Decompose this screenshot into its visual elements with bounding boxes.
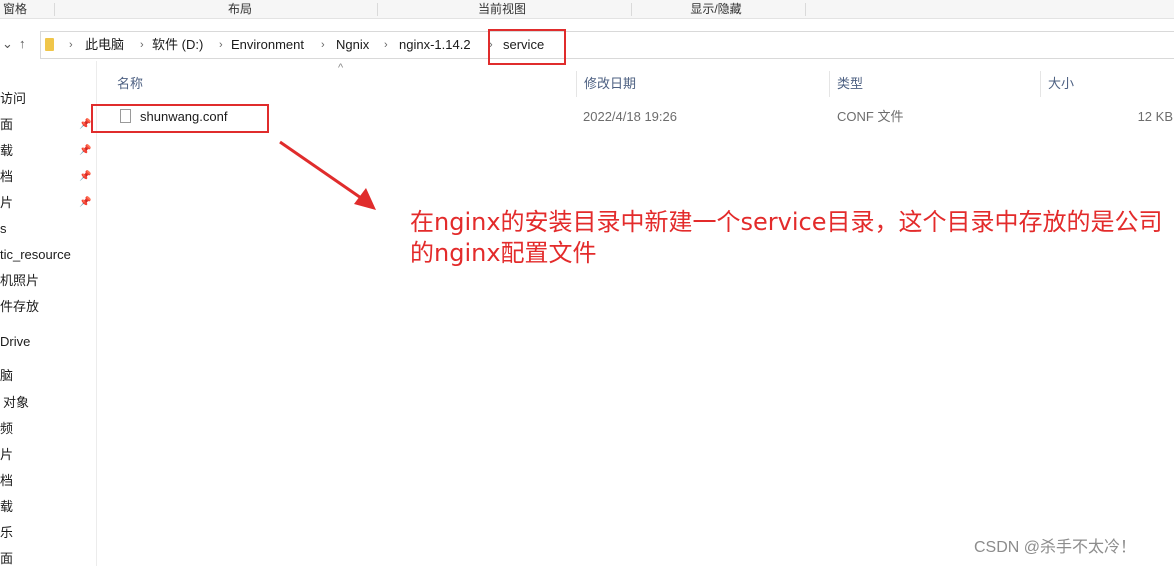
nav-item-camera-roll[interactable]: 机照片: [0, 273, 39, 289]
column-divider[interactable]: [576, 71, 577, 97]
column-divider[interactable]: [829, 71, 830, 97]
breadcrumb-this-pc[interactable]: 此电脑: [85, 37, 124, 53]
ribbon-group-layout[interactable]: 布局: [210, 1, 270, 17]
chevron-right-icon[interactable]: ›: [140, 38, 144, 52]
nav-item-desktop-2[interactable]: 面: [0, 551, 13, 567]
nav-item-static-resource[interactable]: tic_resource: [0, 247, 71, 263]
annotation-text: 在nginx的安装目录中新建一个service目录，这个目录中存放的是公司的ng…: [410, 208, 1163, 267]
ribbon-group-current-view[interactable]: 当前视图: [460, 1, 544, 17]
folder-icon: [45, 38, 54, 51]
chevron-right-icon[interactable]: ›: [321, 38, 325, 52]
nav-item-documents[interactable]: 档: [0, 169, 13, 185]
ribbon-divider: [631, 3, 632, 16]
ribbon-divider: [377, 3, 378, 16]
highlight-box-file: [91, 104, 269, 133]
highlight-box-service: [488, 29, 566, 65]
nav-item-s[interactable]: s: [0, 221, 7, 237]
nav-item-desktop[interactable]: 面: [0, 117, 13, 133]
pin-icon: 📌: [79, 171, 92, 182]
ribbon-group-show-hide[interactable]: 显示/隐藏: [676, 1, 756, 17]
ribbon-divider: [805, 3, 806, 16]
breadcrumb-drive-d[interactable]: 软件 (D:): [152, 37, 203, 53]
address-row: ⌄ ↑ › 此电脑 › 软件 (D:) › Environment › Ngni…: [0, 27, 1174, 65]
nav-item-videos[interactable]: 频: [0, 421, 13, 437]
pin-icon: 📌: [79, 145, 92, 156]
chevron-right-icon[interactable]: ›: [219, 38, 223, 52]
nav-item-pictures-2[interactable]: 片: [0, 447, 13, 463]
pin-icon: 📌: [79, 197, 92, 208]
column-header-type[interactable]: 类型: [837, 76, 863, 92]
nav-item-3d-objects[interactable]: 对象: [3, 395, 29, 411]
column-header-modified[interactable]: 修改日期: [584, 76, 636, 92]
watermark: CSDN @杀手不太冷！: [974, 539, 1137, 556]
address-bar[interactable]: › 此电脑 › 软件 (D:) › Environment › Ngnix › …: [40, 29, 1174, 65]
chevron-right-icon[interactable]: ›: [384, 38, 388, 52]
ribbon-group-bar: 窗格 布局 当前视图 显示/隐藏: [0, 0, 1174, 19]
column-header-size[interactable]: 大小: [1048, 76, 1074, 92]
column-divider[interactable]: [1040, 71, 1041, 97]
ribbon-divider: [54, 3, 55, 16]
file-size: 12 KB: [1137, 109, 1173, 124]
chevron-right-icon[interactable]: ›: [69, 38, 73, 52]
sort-ascending-icon: ^: [338, 62, 344, 74]
nav-item-quick-access[interactable]: 访问: [0, 91, 26, 107]
nav-item-documents-2[interactable]: 档: [0, 473, 13, 489]
file-modified: 2022/4/18 19:26: [583, 109, 677, 124]
column-header-name[interactable]: 名称: [117, 76, 143, 92]
ribbon-group-panes[interactable]: 窗格: [0, 1, 30, 17]
pin-icon: 📌: [79, 119, 92, 130]
nav-item-downloads-2[interactable]: 载: [0, 499, 13, 515]
breadcrumb-nginx-version[interactable]: nginx-1.14.2: [399, 37, 471, 53]
breadcrumb-environment[interactable]: Environment: [231, 37, 304, 53]
nav-item-pictures[interactable]: 片: [0, 195, 13, 211]
nav-item-file-storage[interactable]: 件存放: [0, 299, 39, 315]
annotation-arrow-icon: [279, 140, 376, 210]
navigation-pane: 访问 面 📌 载 📌 档 📌 片 📌 s tic_resource 机照片 件存…: [0, 61, 97, 566]
breadcrumb-ngnix[interactable]: Ngnix: [336, 37, 369, 53]
recent-locations-chevron-icon[interactable]: ⌄: [2, 36, 13, 52]
nav-item-downloads[interactable]: 载: [0, 143, 13, 159]
nav-item-music[interactable]: 乐: [0, 525, 13, 541]
nav-item-this-pc[interactable]: 脑: [0, 368, 13, 384]
up-arrow-icon[interactable]: ↑: [19, 36, 26, 52]
file-type: CONF 文件: [837, 109, 904, 124]
nav-item-onedrive[interactable]: Drive: [0, 334, 30, 350]
